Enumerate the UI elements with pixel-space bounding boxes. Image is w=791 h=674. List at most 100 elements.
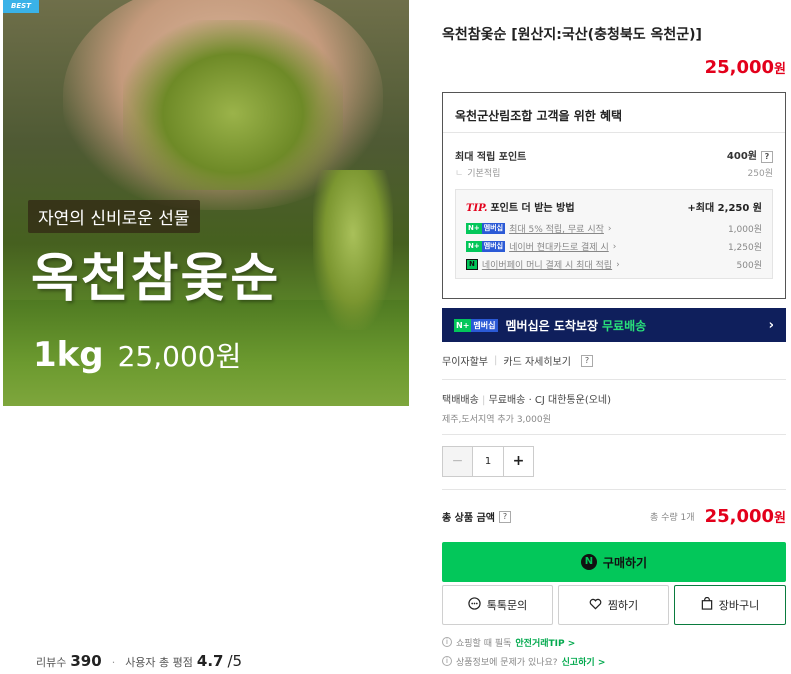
increase-button[interactable]: + — [503, 447, 533, 476]
divider-line — [442, 434, 786, 435]
product-title: 옥천참옻순 [원산지:국산(충청북도 옥천군)] — [442, 27, 702, 43]
max-points-label: 최대 적립 포인트 — [455, 151, 527, 163]
review-count-label: 리뷰수 — [36, 656, 67, 669]
notice-row: i 상품정보에 문제가 있나요? 신고하기 > — [442, 653, 605, 669]
naver-n-icon: N+ — [466, 241, 482, 252]
image-headline: 옥천참옻순 — [31, 249, 281, 309]
help-icon[interactable]: ? — [498, 510, 511, 523]
tip-row-text[interactable]: 최대 5% 적립, 무료 시작 — [509, 222, 604, 235]
shipping-label: 택배배송 — [442, 395, 479, 406]
product-price: 25,000원 — [705, 57, 786, 78]
cart-label: 장바구니 — [718, 599, 760, 612]
chevron-right-icon: › — [612, 241, 617, 252]
membership-banner[interactable]: N+ 멤버십 멤버십은 도착보장 무료배송 › — [442, 308, 786, 342]
talk-inquiry-button[interactable]: 톡톡문의 — [442, 585, 553, 625]
sprouts-graphic — [123, 20, 343, 190]
wishlist-button[interactable]: 찜하기 — [558, 585, 669, 625]
total-amount: 25,000원 — [705, 506, 786, 527]
total-label: 총 상품 금액 — [442, 513, 495, 524]
chevron-right-icon: › — [607, 223, 612, 234]
naver-n-icon: N+ — [466, 223, 482, 234]
base-points-row: 기본적립 250원 — [443, 163, 785, 179]
tip-row-value: 1,250원 — [727, 243, 762, 253]
tip-box: TIP. 포인트 더 받는 방법 +최대 2,250 원 N+ 멤버십 최대 5% … — [455, 189, 773, 279]
tip-row-text[interactable]: 네이버 현대카드로 결제 시 — [509, 240, 609, 253]
tip-row[interactable]: N 네이버페이 머니 결제 시 최대 적립 › 500원 — [466, 257, 762, 272]
rating-max: /5 — [227, 652, 243, 670]
notice-list: i 쇼핑할 때 필독 안전거래TIP > i 상품정보에 문제가 있나요? 신고… — [442, 634, 605, 672]
total-amount-value: 25,000 — [704, 506, 775, 527]
quantity-input[interactable]: 1 — [473, 447, 503, 476]
tip-row-left: N 네이버페이 머니 결제 시 최대 적립 › — [466, 258, 620, 271]
image-tagline: 자연의 신비로운 선물 — [28, 200, 200, 233]
cart-button[interactable]: 장바구니 — [674, 585, 786, 625]
tip-row-left: N+ 멤버십 최대 5% 적립, 무료 시작 › — [466, 222, 612, 235]
info-icon: i — [442, 656, 452, 666]
wishlist-label: 찜하기 — [607, 599, 639, 612]
benefit-heading: 옥천군산림조합 고객을 위한 혜택 — [443, 93, 785, 133]
product-price-unit: 원 — [774, 62, 786, 77]
chevron-right-icon: › — [768, 317, 774, 333]
tip-row[interactable]: N+ 멤버십 최대 5% 적립, 무료 시작 › 1,000원 — [466, 221, 762, 236]
tip-title: TIP. 포인트 더 받는 방법 — [466, 199, 575, 214]
info-icon: i — [442, 637, 452, 647]
shipping-line: 택배배송 | 무료배송 · CJ 대한통운(오네) — [442, 391, 611, 406]
shipping-fee: 무료배송 — [488, 395, 526, 406]
membership-badge-icon: N+ 멤버십 — [466, 223, 506, 234]
shipping-carrier: · CJ 대한통운(오네) — [528, 395, 612, 406]
naver-n-icon: N+ — [454, 318, 472, 332]
review-count[interactable]: 390 — [70, 652, 101, 670]
shipping-extra: 제주,도서지역 추가 3,000원 — [442, 415, 551, 425]
tip-row[interactable]: N+ 멤버십 네이버 현대카드로 결제 시 › 1,250원 — [466, 239, 762, 254]
membership-highlight: 무료배송 — [602, 318, 647, 333]
tip-row-value: 1,000원 — [727, 225, 762, 235]
decrease-button[interactable]: − — [443, 447, 473, 476]
card-detail-link[interactable]: 카드 자세히보기 — [503, 353, 571, 368]
buy-button-label: 구매하기 — [602, 555, 648, 570]
talk-inquiry-label: 톡톡문의 — [486, 599, 528, 612]
tip-row-left: N+ 멤버십 네이버 현대카드로 결제 시 › — [466, 240, 616, 253]
max-points-value: 400원 — [726, 151, 757, 162]
naver-pay-badge-label: N — [466, 259, 478, 270]
quantity-stepper: − 1 + — [442, 446, 534, 477]
membership-badge-label: 멤버십 — [471, 318, 498, 332]
tip-header: TIP. 포인트 더 받는 방법 +최대 2,250 원 — [466, 199, 762, 214]
tip-label: TIP. — [466, 203, 488, 214]
membership-badge-label: 멤버십 — [481, 223, 506, 234]
tip-text: 포인트 더 받는 방법 — [490, 203, 575, 214]
membership-badge-icon: N+ 멤버십 — [466, 241, 506, 252]
heart-icon — [589, 598, 602, 613]
divider-line — [442, 489, 786, 490]
membership-text: 멤버십은 도착보장 — [505, 318, 599, 333]
rating-label: 사용자 총 평점 — [125, 656, 193, 669]
naver-pay-icon: N — [580, 554, 597, 570]
report-link[interactable]: 신고하기 > — [562, 655, 606, 668]
divider: | — [494, 355, 498, 366]
base-points-label: 기본적립 — [455, 166, 500, 179]
shipping-info: 택배배송 | 무료배송 · CJ 대한통운(오네) 제주,도서지역 추가 3,0… — [442, 391, 611, 425]
image-weight: 1kg — [33, 335, 104, 375]
safe-trade-link[interactable]: 안전거래TIP > — [515, 636, 575, 649]
benefit-box: 옥천군산림조합 고객을 위한 혜택 최대 적립 포인트 400원? 기본적립 2… — [442, 92, 786, 299]
help-icon[interactable]: ? — [580, 354, 593, 367]
divider-line — [442, 379, 786, 380]
help-icon[interactable]: ? — [761, 151, 773, 163]
sprig-graphic — [313, 170, 393, 330]
buy-button[interactable]: N 구매하기 — [442, 542, 786, 582]
installment-row: 무이자할부 | 카드 자세히보기 ? — [442, 353, 593, 368]
notice-text: 쇼핑할 때 필독 — [456, 638, 512, 649]
total-count: 총 수량 1개 — [649, 513, 695, 523]
shopping-bag-icon — [701, 596, 713, 613]
notice-row: i 쇼핑할 때 필독 안전거래TIP > — [442, 634, 605, 650]
tip-row-text[interactable]: 네이버페이 머니 결제 시 최대 적립 — [482, 258, 612, 271]
max-points-value-wrap: 400원? — [727, 147, 773, 163]
rating-value: 4.7 — [196, 652, 224, 670]
max-points-row: 최대 적립 포인트 400원? — [443, 133, 785, 163]
total-price-row: 총 상품 금액 ? 총 수량 1개 25,000원 — [442, 506, 786, 527]
separator-dot: · — [111, 656, 116, 669]
installment-label: 무이자할부 — [442, 357, 488, 368]
product-price-value: 25,000 — [704, 57, 775, 78]
chat-bubble-icon — [468, 597, 481, 613]
notice-text: 상품정보에 문제가 있나요? — [456, 657, 558, 668]
product-image[interactable]: 자연의 신비로운 선물 옥천참옻순 1kg 25,000원 — [3, 0, 409, 406]
